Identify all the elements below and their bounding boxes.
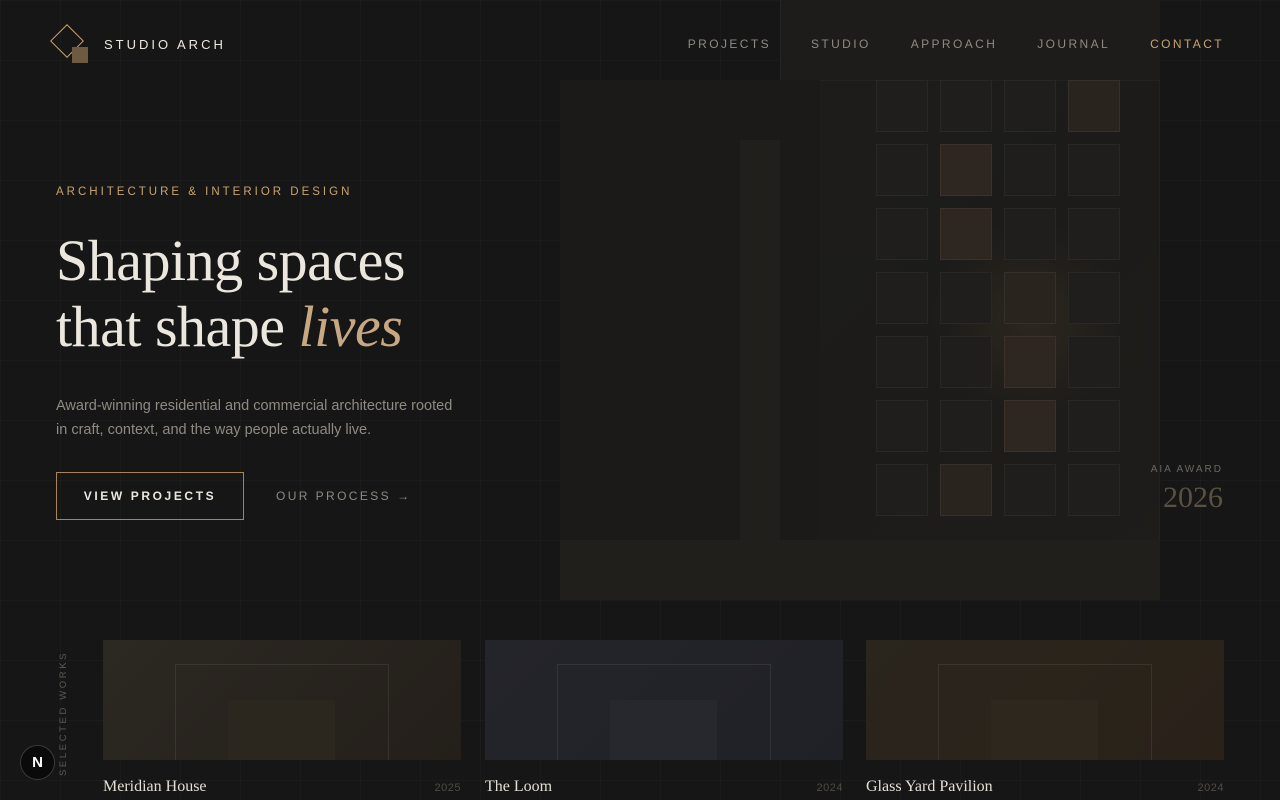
- building-window: [1068, 272, 1120, 324]
- building-window: [876, 144, 928, 196]
- site-header: STUDIO ARCH PROJECTS STUDIO APPROACH JOU…: [0, 0, 1280, 88]
- building-window: [1004, 144, 1056, 196]
- our-process-label: OUR PROCESS: [276, 489, 392, 503]
- building-window: [876, 336, 928, 388]
- project-card-the-loom[interactable]: The Loom 2024: [485, 640, 843, 796]
- our-process-link[interactable]: OUR PROCESS →: [276, 489, 412, 503]
- building-window: [1004, 336, 1056, 388]
- headline-emphasis: lives: [298, 294, 403, 359]
- building-window: [1004, 400, 1056, 452]
- award-badge: AIA AWARD 2026: [1151, 464, 1223, 515]
- project-card-glass-yard-pavilion[interactable]: Glass Yard Pavilion 2024: [866, 640, 1224, 796]
- building-window: [876, 400, 928, 452]
- project-title[interactable]: The Loom: [485, 778, 552, 796]
- building-window: [1068, 208, 1120, 260]
- brand-name: STUDIO ARCH: [104, 36, 226, 52]
- project-thumbnail[interactable]: [485, 640, 843, 760]
- hero-subtitle: Award-winning residential and commercial…: [56, 398, 453, 438]
- project-thumbnail[interactable]: [866, 640, 1224, 760]
- building-window: [940, 208, 992, 260]
- building-window: [1068, 144, 1120, 196]
- arrow-right-icon: →: [397, 489, 412, 503]
- nav-link-projects[interactable]: PROJECTS: [688, 37, 771, 51]
- main-nav: PROJECTS STUDIO APPROACH JOURNAL CONTACT: [688, 37, 1224, 51]
- hero-eyebrow: ARCHITECTURE & INTERIOR DESIGN: [56, 186, 353, 198]
- building-left-wing: [560, 80, 820, 600]
- project-thumbnail[interactable]: [103, 640, 461, 760]
- building-front-panel: [560, 80, 1160, 600]
- building-window: [940, 464, 992, 516]
- building-window: [1068, 400, 1120, 452]
- hero-headline: Shaping spaces that shape lives: [56, 228, 516, 360]
- view-projects-button[interactable]: VIEW PROJECTS: [56, 472, 244, 520]
- project-card-meridian-house[interactable]: Meridian House 2025: [103, 640, 461, 796]
- building-window: [1004, 464, 1056, 516]
- headline-line-2: that shape: [56, 294, 299, 359]
- building-window: [1068, 336, 1120, 388]
- building-window: [876, 464, 928, 516]
- nav-link-journal[interactable]: JOURNAL: [1037, 37, 1110, 51]
- window-glow: [930, 220, 1130, 420]
- award-label: AIA AWARD: [1150, 464, 1223, 475]
- award-year: 2026: [1163, 481, 1223, 514]
- project-year: 2024: [1197, 782, 1224, 794]
- building-window: [940, 336, 992, 388]
- headline-line-1: Shaping spaces: [56, 228, 406, 293]
- building-window: [876, 272, 928, 324]
- building-window: [1004, 272, 1056, 324]
- building-window: [940, 272, 992, 324]
- building-window: [1004, 208, 1056, 260]
- logo[interactable]: STUDIO ARCH: [50, 24, 226, 63]
- building-base: [560, 540, 1160, 600]
- project-year: 2024: [816, 782, 843, 794]
- logo-mark-icon: [50, 24, 88, 63]
- building-back-panel: [780, 0, 1160, 600]
- building-window: [940, 144, 992, 196]
- building-window: [1068, 464, 1120, 516]
- selected-works-label: SELECTED WORKS: [58, 650, 69, 776]
- next-dev-badge[interactable]: N: [20, 745, 55, 780]
- building-pillar: [740, 140, 780, 600]
- nav-link-contact[interactable]: CONTACT: [1150, 37, 1224, 51]
- hero-cta-row: VIEW PROJECTS OUR PROCESS →: [56, 472, 412, 520]
- building-window: [876, 208, 928, 260]
- project-title[interactable]: Glass Yard Pavilion: [866, 778, 993, 796]
- project-title[interactable]: Meridian House: [103, 778, 207, 796]
- nav-link-studio[interactable]: STUDIO: [811, 37, 871, 51]
- hero-section: ARCHITECTURE & INTERIOR DESIGN Shaping s…: [56, 186, 516, 442]
- building-window: [940, 400, 992, 452]
- project-year: 2025: [434, 782, 461, 794]
- nav-link-approach[interactable]: APPROACH: [911, 37, 998, 51]
